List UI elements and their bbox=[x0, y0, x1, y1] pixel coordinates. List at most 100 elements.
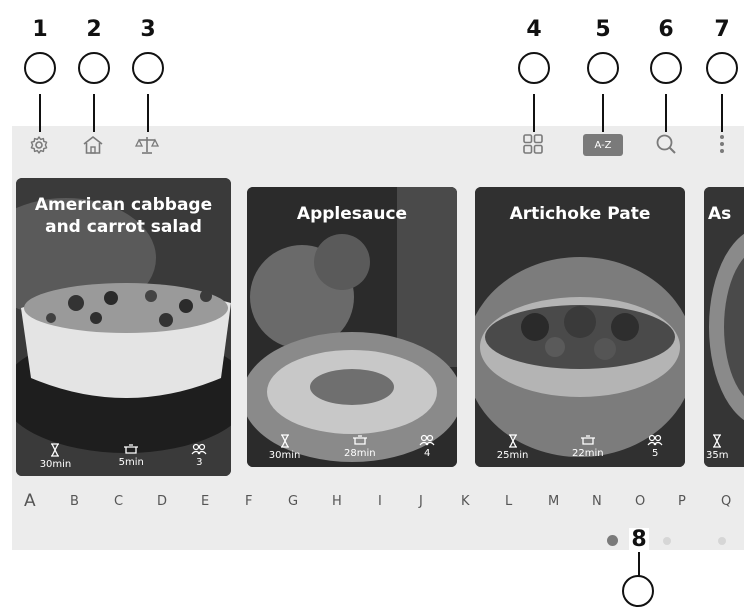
callout-leader bbox=[721, 94, 723, 132]
alphabet-letter[interactable]: C bbox=[114, 494, 123, 509]
callout-leader bbox=[602, 94, 604, 132]
servings: 3 bbox=[191, 443, 207, 470]
alphabet-letter[interactable]: L bbox=[505, 494, 512, 509]
cook-time: 5min bbox=[119, 443, 144, 470]
pot-icon bbox=[580, 435, 595, 445]
alphabet-letter[interactable]: H bbox=[332, 494, 342, 509]
callout-leader bbox=[147, 94, 149, 132]
callout-2: 2 bbox=[74, 18, 114, 84]
hourglass-icon bbox=[51, 443, 60, 457]
recipe-title: As bbox=[708, 204, 732, 224]
callout-number: 7 bbox=[714, 17, 730, 42]
callout-7: 7 bbox=[702, 18, 742, 84]
recipe-stats: 30min 5min 3 bbox=[16, 443, 231, 470]
prep-time-value: 35m bbox=[706, 450, 729, 461]
prep-time: 30min bbox=[268, 434, 301, 461]
recipe-stats: 25min 22min 5 bbox=[475, 434, 685, 461]
callout-circle bbox=[587, 52, 619, 84]
servings-value: 4 bbox=[423, 448, 431, 459]
recipe-photo bbox=[475, 187, 685, 467]
alphabet-letter[interactable]: I bbox=[378, 494, 382, 509]
recipe-photo bbox=[247, 187, 457, 467]
gear-icon bbox=[30, 136, 48, 154]
callout-leader bbox=[39, 94, 41, 132]
page-dot-active[interactable] bbox=[607, 535, 618, 546]
callout-4: 4 bbox=[514, 18, 554, 84]
scale-button[interactable] bbox=[133, 132, 161, 158]
people-icon bbox=[419, 434, 435, 446]
servings-value: 3 bbox=[196, 457, 203, 468]
alphabet-letter[interactable]: N bbox=[592, 494, 602, 509]
cook-time: 28min bbox=[344, 434, 376, 461]
alphabet-letter[interactable]: D bbox=[157, 494, 167, 509]
sort-az-label: A-Z bbox=[594, 139, 612, 151]
home-icon bbox=[83, 136, 103, 154]
callout-number: 6 bbox=[658, 17, 674, 42]
callout-1: 1 bbox=[20, 18, 60, 84]
hourglass-icon bbox=[280, 434, 289, 448]
callout-leader bbox=[533, 94, 535, 132]
alphabet-letter[interactable]: Q bbox=[721, 494, 731, 509]
callout-number: 2 bbox=[86, 17, 102, 42]
prep-time-value: 30min bbox=[39, 459, 72, 470]
callout-number: 1 bbox=[32, 17, 48, 42]
recipe-title: Artichoke Pate bbox=[509, 204, 651, 224]
callout-number: 5 bbox=[595, 17, 611, 42]
more-vertical-icon bbox=[720, 135, 724, 153]
callout-6: 6 bbox=[646, 18, 686, 84]
callout-8: 8 bbox=[619, 528, 659, 552]
alphabet-letter[interactable]: B bbox=[70, 494, 79, 509]
cook-time: 22min bbox=[572, 434, 604, 461]
callout-leader bbox=[93, 94, 95, 132]
alphabet-letter[interactable]: G bbox=[288, 494, 298, 509]
alphabet-letter[interactable]: F bbox=[245, 494, 252, 509]
alphabet-letter[interactable]: M bbox=[548, 494, 559, 509]
recipe-card[interactable]: Artichoke Pate 25min 22min 5 bbox=[475, 187, 685, 467]
page-dot[interactable] bbox=[718, 537, 726, 545]
search-button[interactable] bbox=[652, 131, 680, 157]
people-icon bbox=[647, 434, 663, 446]
recipe-card[interactable]: As 35m bbox=[704, 187, 744, 467]
callout-leader bbox=[665, 94, 667, 132]
hourglass-icon bbox=[713, 434, 722, 448]
cook-time-value: 22min bbox=[571, 448, 604, 459]
callout-circle bbox=[78, 52, 110, 84]
alphabet-letter[interactable]: O bbox=[635, 494, 645, 509]
sort-az-button[interactable]: A-Z bbox=[583, 134, 623, 156]
callout-circle bbox=[132, 52, 164, 84]
grid-view-button[interactable] bbox=[519, 131, 547, 157]
callout-3: 3 bbox=[128, 18, 168, 84]
prep-time-value: 25min bbox=[496, 450, 529, 461]
callout-5: 5 bbox=[583, 18, 623, 84]
recipe-card[interactable]: Applesauce 30min 28min 4 bbox=[247, 187, 457, 467]
alphabet-letter[interactable]: A bbox=[24, 491, 36, 511]
page-dot[interactable] bbox=[663, 537, 671, 545]
callout-circle bbox=[24, 52, 56, 84]
callout-circle bbox=[622, 575, 654, 607]
settings-button[interactable] bbox=[25, 132, 53, 158]
alphabet-letter[interactable]: E bbox=[201, 494, 209, 509]
alphabet-letter[interactable]: K bbox=[461, 494, 470, 509]
alphabet-letter[interactable]: P bbox=[678, 494, 686, 509]
servings: 4 bbox=[419, 434, 435, 461]
cook-time-value: 5min bbox=[118, 457, 144, 468]
servings: 5 bbox=[647, 434, 663, 461]
callout-circle bbox=[650, 52, 682, 84]
recipe-stats: 35m bbox=[704, 434, 744, 461]
search-icon bbox=[656, 134, 676, 154]
callout-circle bbox=[706, 52, 738, 84]
scale-icon bbox=[135, 137, 159, 154]
prep-time-value: 30min bbox=[268, 450, 301, 461]
callout-circle bbox=[518, 52, 550, 84]
recipe-photo bbox=[704, 187, 744, 467]
recipe-stats: 30min 28min 4 bbox=[247, 434, 457, 461]
cook-time-value: 28min bbox=[343, 448, 376, 459]
alphabet-letter[interactable]: J bbox=[419, 494, 423, 509]
callout-number: 3 bbox=[140, 17, 156, 42]
home-button[interactable] bbox=[79, 132, 107, 158]
recipe-card[interactable]: American cabbage and carrot salad 30min … bbox=[16, 178, 231, 476]
grid-view-icon bbox=[523, 134, 543, 154]
prep-time: 30min bbox=[39, 443, 72, 470]
more-options-button[interactable] bbox=[712, 131, 732, 157]
pot-icon bbox=[124, 444, 139, 454]
